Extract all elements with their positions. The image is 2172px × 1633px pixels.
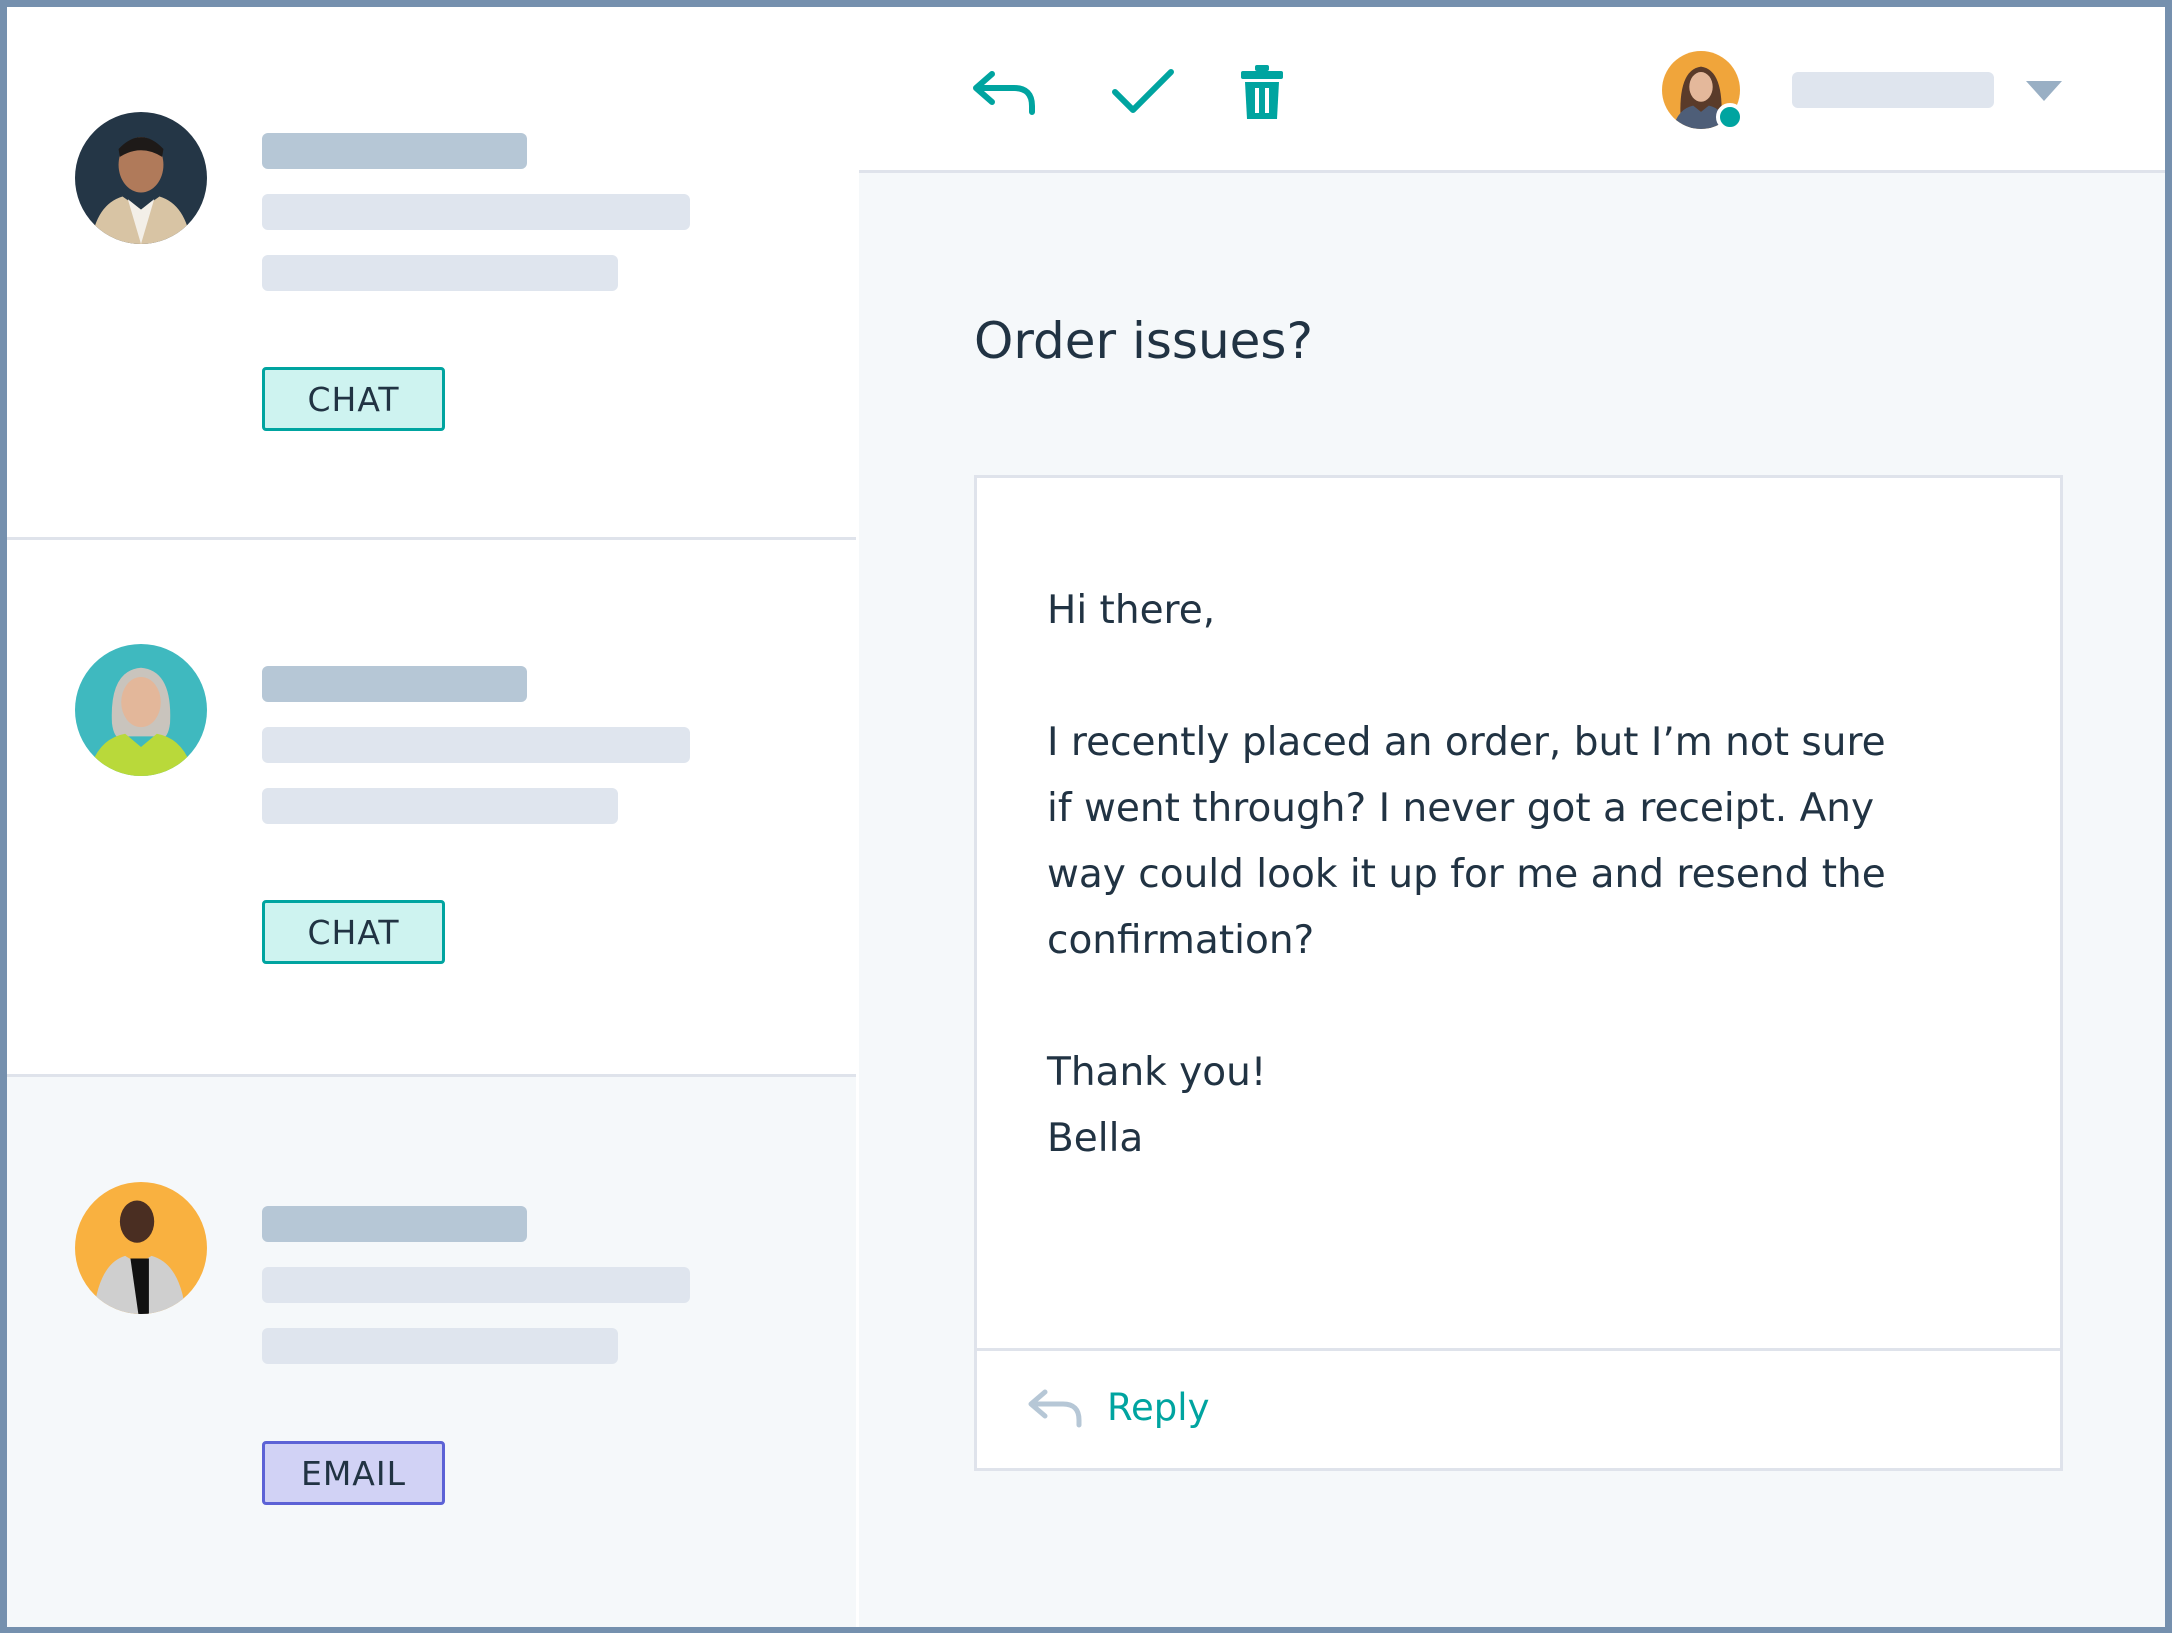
reply-label[interactable]: Reply: [1107, 1386, 1209, 1429]
message-preview-placeholder: [262, 194, 690, 230]
app-window: CHAT CHAT EMAIL Order issues? Hi there, …: [7, 7, 2165, 1627]
reply-link[interactable]: Reply: [1027, 1386, 1209, 1429]
email-body-line: I recently placed an order, but I’m not …: [1047, 720, 1886, 765]
mark-done-button[interactable]: [1108, 62, 1178, 122]
message-preview-placeholder: [262, 788, 618, 824]
trash-icon: [1241, 65, 1283, 119]
reply-button[interactable]: [969, 62, 1039, 122]
channel-badge-chat: CHAT: [262, 900, 445, 964]
email-body-line: way could look it up for me and resend t…: [1047, 852, 1886, 897]
email-body-line: if went through? I never got a receipt. …: [1047, 786, 1875, 831]
thread-toolbar: [859, 7, 2165, 173]
agent-dropdown-toggle[interactable]: [2026, 77, 2062, 105]
message-preview-placeholder: [262, 255, 618, 291]
email-message-card: Hi there, I recently placed an order, bu…: [974, 475, 2063, 1471]
contact-avatar: [75, 112, 207, 244]
online-status-indicator: [1716, 103, 1744, 131]
message-preview-placeholder: [262, 727, 690, 763]
person-photo-icon: [75, 644, 207, 776]
channel-badge-chat: CHAT: [262, 367, 445, 431]
check-icon: [1112, 69, 1174, 113]
conversation-item[interactable]: CHAT: [7, 540, 856, 1077]
reply-icon: [1028, 1389, 1082, 1427]
email-signature: Bella: [1047, 1116, 1144, 1161]
email-card-footer: Reply: [977, 1348, 2060, 1468]
conversation-list: CHAT CHAT EMAIL: [7, 7, 856, 1627]
email-body-line: confirmation?: [1047, 918, 1315, 963]
reply-icon: [973, 71, 1035, 115]
contact-avatar: [75, 644, 207, 776]
message-preview-placeholder: [262, 1267, 690, 1303]
contact-name-placeholder: [262, 666, 527, 702]
agent-name-placeholder[interactable]: [1792, 72, 1994, 108]
delete-button[interactable]: [1227, 62, 1297, 122]
thread-subject: Order issues?: [974, 312, 1314, 370]
conversation-item-selected[interactable]: EMAIL: [7, 1077, 856, 1627]
contact-name-placeholder: [262, 1206, 527, 1242]
thread-panel: Order issues? Hi there, I recently place…: [859, 7, 2165, 1627]
person-photo-icon: [75, 1182, 207, 1314]
channel-badge-email: EMAIL: [262, 1441, 445, 1505]
email-greeting: Hi there,: [1047, 588, 1216, 633]
person-photo-icon: [75, 112, 207, 244]
email-body: Hi there, I recently placed an order, bu…: [1047, 578, 2007, 1172]
caret-down-icon: [2026, 81, 2062, 101]
conversation-item[interactable]: CHAT: [7, 7, 856, 540]
contact-avatar: [75, 1182, 207, 1314]
agent-avatar[interactable]: [1662, 51, 1744, 131]
message-preview-placeholder: [262, 1328, 618, 1364]
email-closing: Thank you!: [1047, 1050, 1267, 1095]
contact-name-placeholder: [262, 133, 527, 169]
